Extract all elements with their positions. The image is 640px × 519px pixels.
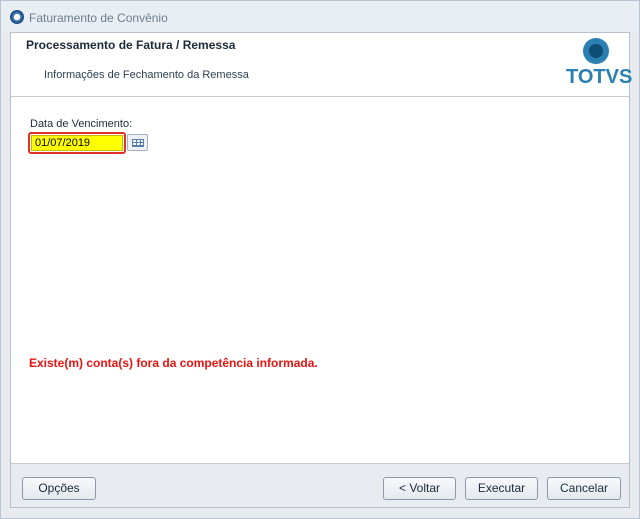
page-subtitle: Informações de Fechamento da Remessa — [44, 69, 249, 81]
title-bar[interactable]: Faturamento de Convênio — [1, 1, 639, 32]
window-title: Faturamento de Convênio — [29, 11, 168, 25]
dialog-window: Faturamento de Convênio Processamento de… — [0, 0, 640, 519]
wizard-header: Processamento de Fatura / Remessa Inform… — [11, 33, 632, 97]
error-message: Existe(m) conta(s) fora da competência i… — [29, 356, 318, 370]
totvs-logo-icon: TOTVS — [566, 38, 632, 92]
button-bar: Opções < Voltar Executar Cancelar — [11, 463, 629, 507]
due-date-input[interactable] — [31, 135, 123, 151]
due-date-label: Data de Vencimento: — [30, 118, 133, 130]
due-date-field-frame — [28, 132, 126, 154]
options-button[interactable]: Opções — [22, 477, 96, 500]
back-button[interactable]: < Voltar — [383, 477, 456, 500]
page-title: Processamento de Fatura / Remessa — [26, 38, 236, 52]
calendar-button[interactable] — [127, 134, 148, 151]
logo-mark-icon — [583, 38, 609, 64]
calendar-icon — [132, 139, 144, 147]
logo-text: TOTVS — [566, 66, 633, 88]
cancel-button[interactable]: Cancelar — [547, 477, 621, 500]
app-globe-icon — [10, 10, 24, 24]
wizard-panel: Processamento de Fatura / Remessa Inform… — [10, 32, 632, 508]
execute-button[interactable]: Executar — [465, 477, 538, 500]
